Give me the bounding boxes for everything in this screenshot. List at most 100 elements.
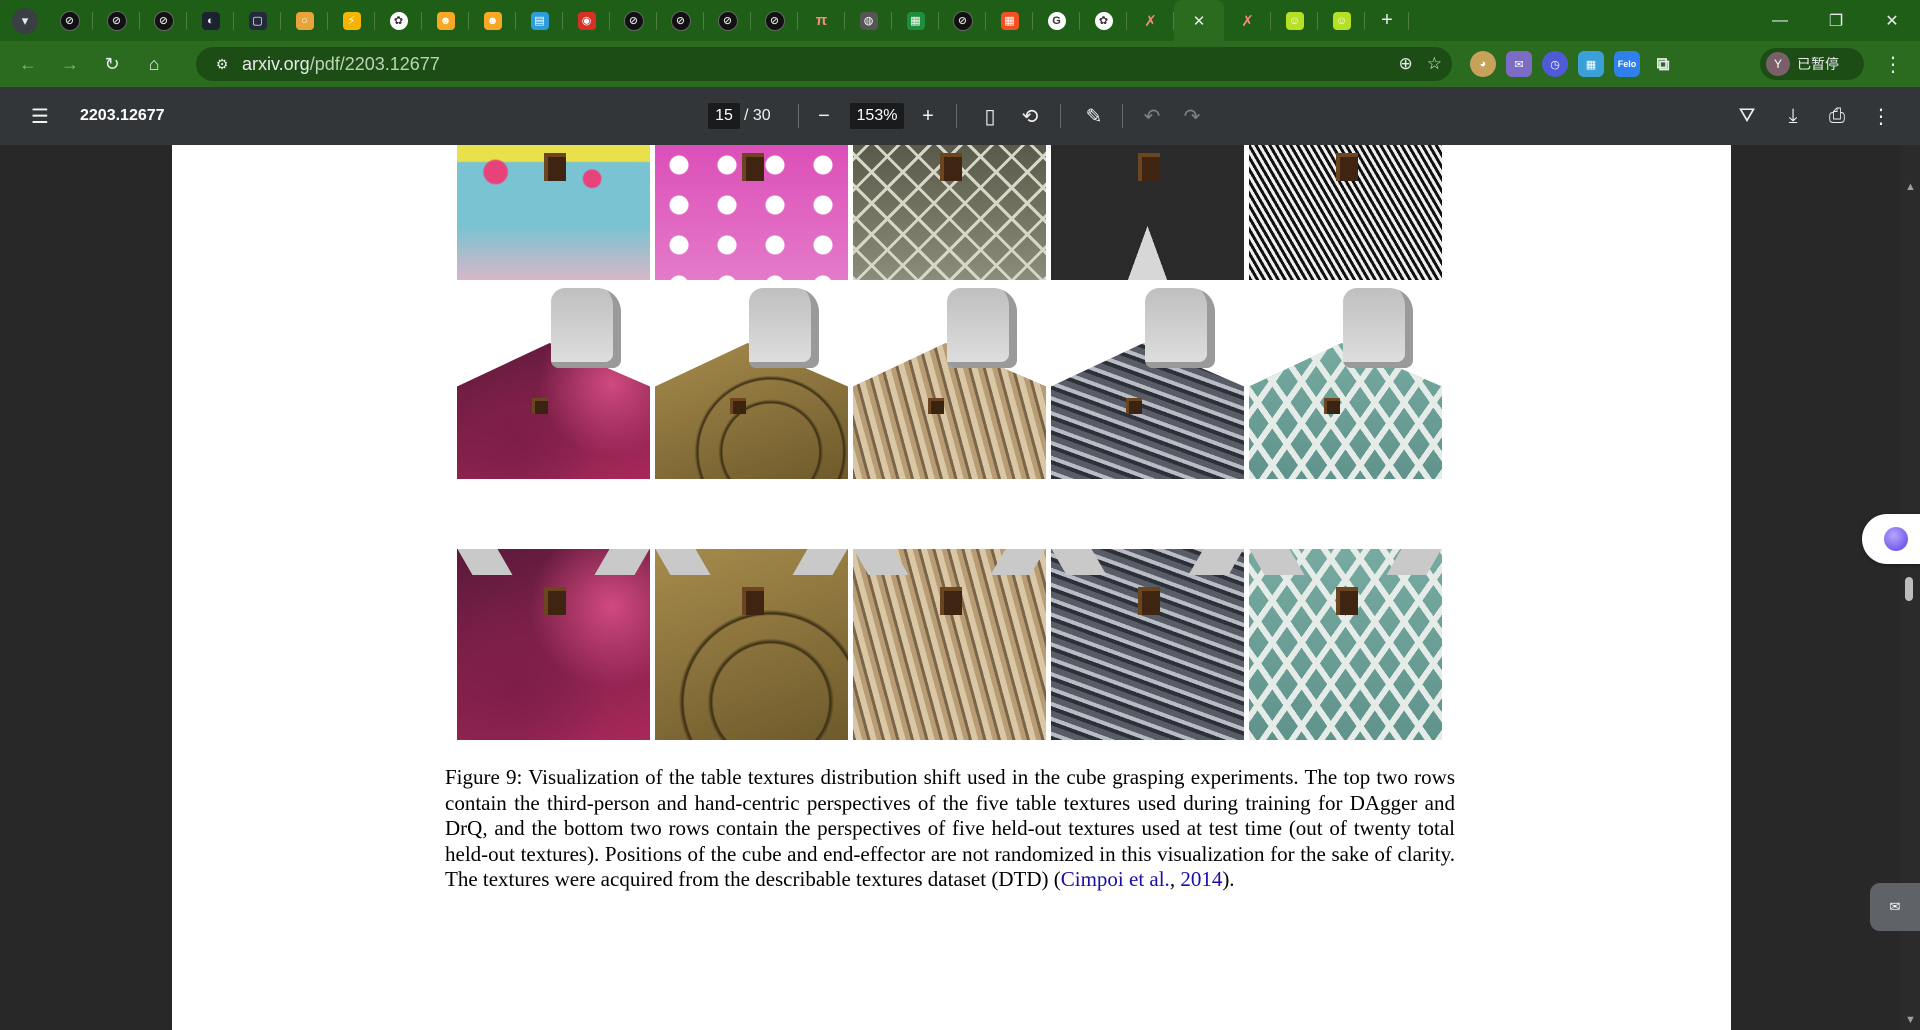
tab[interactable]: ✗: [1224, 0, 1271, 41]
undo-icon[interactable]: ↶: [1140, 87, 1164, 145]
redo-icon[interactable]: ↷: [1180, 87, 1204, 145]
extensions-puzzle-icon[interactable]: ⧉: [1650, 51, 1676, 77]
texture-image-wood-swirl: [655, 549, 848, 740]
cube: [1336, 587, 1358, 615]
tab[interactable]: ☺: [1318, 0, 1365, 41]
annotate-pen-icon[interactable]: ✎: [1082, 87, 1106, 145]
cube: [940, 587, 962, 615]
robot-arm: [947, 288, 1017, 368]
extension-felo-icon[interactable]: Felo: [1614, 51, 1640, 77]
profile-button[interactable]: Y 已暂停: [1760, 48, 1864, 80]
tab[interactable]: ⊘: [93, 0, 140, 41]
scroll-up-arrow-icon[interactable]: ▲: [1905, 181, 1916, 193]
tab[interactable]: ▤: [516, 0, 563, 41]
cube: [1126, 398, 1142, 414]
robot-arm: [1145, 288, 1215, 368]
forward-icon[interactable]: →: [52, 46, 88, 82]
notion-icon: ⊘: [153, 10, 174, 31]
tab-active[interactable]: ✕: [1174, 0, 1224, 41]
minimize-icon[interactable]: —: [1752, 0, 1808, 41]
tab[interactable]: ✿: [375, 0, 422, 41]
robot-arm: [551, 288, 621, 368]
close-window-icon[interactable]: ✕: [1864, 0, 1920, 41]
tab[interactable]: ⚡: [328, 0, 375, 41]
tab[interactable]: ◐: [187, 0, 234, 41]
tab[interactable]: ○: [281, 0, 328, 41]
tab[interactable]: ▢: [234, 0, 281, 41]
page-total: / 30: [744, 107, 771, 124]
tab[interactable]: ⊘: [46, 0, 93, 41]
tab[interactable]: ⊘: [140, 0, 187, 41]
download-icon[interactable]: ⤓: [1778, 87, 1808, 145]
citation-author-link[interactable]: Cimpoi et al.: [1061, 867, 1170, 891]
extension-owl-icon[interactable]: ◕: [1470, 51, 1496, 77]
tab[interactable]: ▦: [986, 0, 1033, 41]
tab[interactable]: ◍: [845, 0, 892, 41]
save-to-drive-icon[interactable]: ⛛: [1732, 87, 1762, 145]
tab[interactable]: ◉: [563, 0, 610, 41]
huggingface-icon: ☻: [436, 11, 455, 30]
gripper-finger-left: [457, 549, 513, 575]
avatar: Y: [1766, 52, 1790, 76]
home-icon[interactable]: ⌂: [136, 46, 172, 82]
zoom-in-icon[interactable]: +: [916, 87, 940, 145]
site-info-icon[interactable]: ⚙: [208, 56, 236, 73]
fit-page-icon[interactable]: ▯: [978, 87, 1002, 145]
extension-cat-icon[interactable]: ✉: [1506, 51, 1532, 77]
gripper-finger-left: [1051, 549, 1107, 575]
tab[interactable]: G: [1033, 0, 1080, 41]
zoom-out-icon[interactable]: −: [812, 87, 836, 145]
extension-grid-icon[interactable]: ▦: [1578, 51, 1604, 77]
tab[interactable]: ☻: [469, 0, 516, 41]
more-options-icon[interactable]: ⋮: [1866, 87, 1896, 145]
gripper-finger-left: [655, 549, 711, 575]
pdf-page: Figure 9: Visualization of the table tex…: [172, 145, 1731, 1030]
tab[interactable]: ⊘: [751, 0, 798, 41]
page-number-input[interactable]: 15: [708, 87, 740, 145]
extension-clock-icon[interactable]: ◷: [1542, 51, 1568, 77]
citation-year-link[interactable]: 2014: [1180, 867, 1222, 891]
tab[interactable]: ☻: [422, 0, 469, 41]
tab[interactable]: ▦: [892, 0, 939, 41]
texture-image-gray-stone: [1051, 288, 1244, 479]
notion-icon: ⊘: [670, 10, 691, 31]
tab[interactable]: ✗: [1127, 0, 1174, 41]
browser-menu-icon[interactable]: ⋮: [1878, 47, 1908, 81]
back-icon[interactable]: ←: [10, 46, 46, 82]
restore-icon[interactable]: ❐: [1808, 0, 1864, 41]
scrollbar-thumb[interactable]: [1905, 577, 1913, 601]
tab-search-icon[interactable]: ▾: [12, 7, 38, 34]
bookmark-star-icon[interactable]: ☆: [1427, 54, 1442, 74]
floating-tool-icon[interactable]: ✉: [1870, 883, 1920, 931]
tab[interactable]: ⊘: [704, 0, 751, 41]
tab[interactable]: π: [798, 0, 845, 41]
tab[interactable]: ☺: [1271, 0, 1318, 41]
microsoft-icon: ▦: [1000, 11, 1019, 30]
new-tab-button[interactable]: +: [1365, 0, 1409, 41]
gripper-finger-right: [1386, 549, 1442, 575]
sidebar-menu-icon[interactable]: ☰: [22, 87, 58, 145]
address-bar[interactable]: ⚙ arxiv.org/pdf/2203.12677 ⊕ ☆: [196, 47, 1452, 81]
zoom-icon[interactable]: ⊕: [1399, 54, 1413, 74]
texture-image-black-triangles: [1051, 145, 1244, 280]
tab[interactable]: ⊘: [657, 0, 704, 41]
caption-text: Figure 9: Visualization of the table tex…: [445, 765, 1455, 891]
notion-icon: ⊘: [59, 10, 80, 31]
cube: [1324, 398, 1340, 414]
print-icon[interactable]: ⎙: [1822, 87, 1852, 145]
texture-image-rock-marble: [853, 288, 1046, 479]
tab[interactable]: ⊘: [939, 0, 986, 41]
zoom-level-input[interactable]: 153%: [850, 87, 904, 145]
tab[interactable]: ⊘: [610, 0, 657, 41]
gripper-finger-right: [594, 549, 650, 575]
tab[interactable]: ✿: [1080, 0, 1127, 41]
gripper-finger-right: [792, 549, 848, 575]
url-text[interactable]: arxiv.org/pdf/2203.12677: [242, 54, 440, 75]
scroll-down-arrow-icon[interactable]: ▼: [1905, 1014, 1916, 1026]
smiley-icon: ☺: [1332, 11, 1351, 30]
assistant-bubble-icon[interactable]: [1862, 514, 1920, 564]
reload-icon[interactable]: ↻: [94, 46, 130, 82]
rotate-icon[interactable]: ⟲: [1018, 87, 1042, 145]
texture-image-wood-swirl: [655, 288, 848, 479]
texture-image-gray-stone: [1051, 549, 1244, 740]
